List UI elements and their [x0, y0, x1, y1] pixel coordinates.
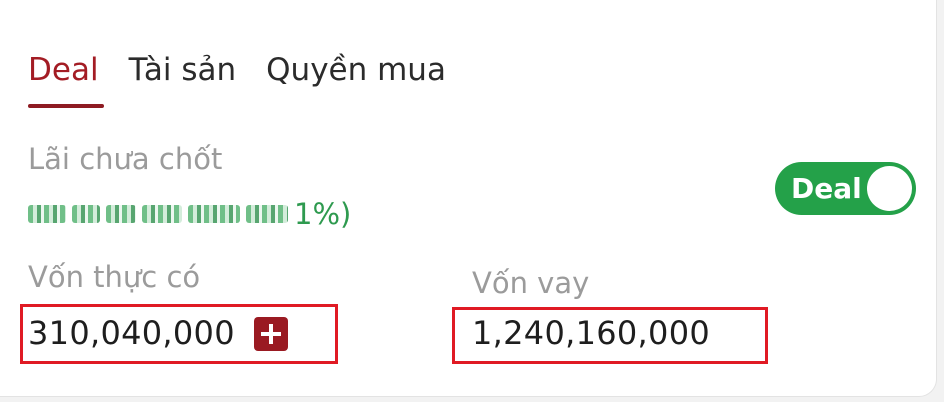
- loan-capital-value: 1,240,160,000: [472, 314, 711, 352]
- own-capital-value: 310,040,000: [28, 314, 235, 352]
- tab-bar: Deal Tài sản Quyền mua: [28, 48, 446, 108]
- unrealized-pl-label: Lãi chưa chốt: [28, 142, 223, 176]
- tab-rights-label: Quyền mua: [266, 52, 446, 88]
- tab-rights[interactable]: Quyền mua: [266, 48, 446, 108]
- obscured-digits: [106, 205, 136, 223]
- tab-assets[interactable]: Tài sản: [129, 48, 237, 108]
- toggle-knob: [867, 166, 912, 211]
- unrealized-pl-value: 1%): [28, 196, 351, 232]
- deal-toggle-label: Deal: [791, 172, 862, 205]
- add-capital-button[interactable]: [254, 317, 288, 351]
- obscured-digits: [28, 205, 66, 223]
- obscured-digits: [142, 205, 182, 223]
- tab-deal[interactable]: Deal: [28, 48, 104, 108]
- obscured-digits: [72, 205, 100, 223]
- unrealized-pl-percent: 1%): [294, 197, 352, 231]
- tab-assets-label: Tài sản: [128, 52, 237, 88]
- account-summary-card: Deal Tài sản Quyền mua Lãi chưa chốt 1%)…: [0, 0, 937, 397]
- active-tab-indicator: [28, 104, 104, 108]
- obscured-digits: [188, 205, 240, 223]
- tab-deal-label: Deal: [28, 52, 99, 88]
- deal-toggle[interactable]: Deal: [775, 162, 916, 215]
- obscured-percent: [246, 205, 288, 223]
- plus-icon: [261, 324, 281, 344]
- loan-capital-label: Vốn vay: [472, 266, 590, 300]
- own-capital-label: Vốn thực có: [28, 260, 201, 294]
